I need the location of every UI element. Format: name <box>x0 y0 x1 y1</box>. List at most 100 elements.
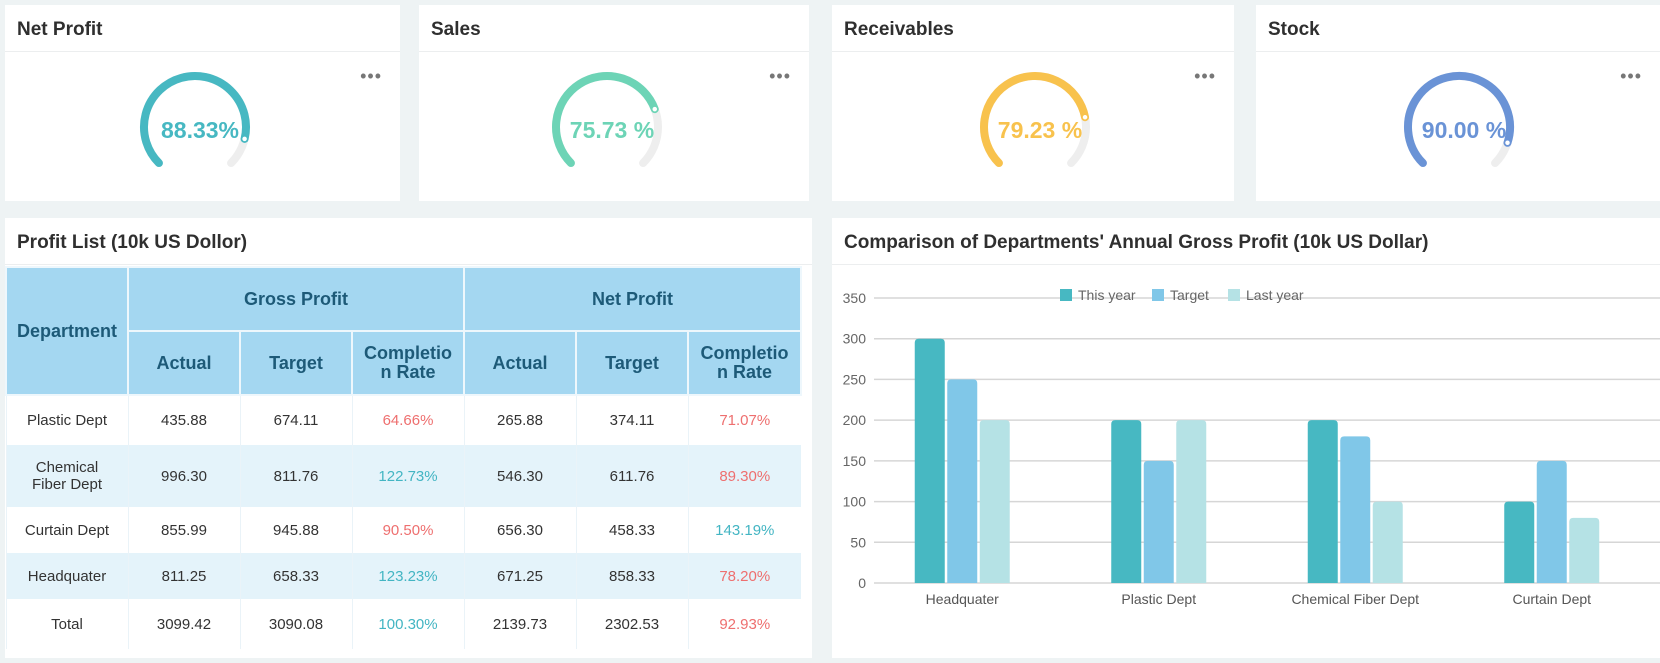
y-tick-label: 250 <box>843 371 867 387</box>
table-row: Chemical Fiber Dept 996.30 811.76 122.73% 546… <box>5 445 802 507</box>
legend-label[interactable]: Last year <box>1246 287 1304 303</box>
np-actual-cell: 671.25 <box>463 553 576 599</box>
bar-target <box>1536 460 1567 583</box>
bar-target <box>1143 460 1174 583</box>
gp-target-cell: 811.76 <box>239 445 352 507</box>
bar-this-year <box>914 338 945 583</box>
np-actual-cell: 2139.73 <box>463 599 576 649</box>
y-tick-label: 50 <box>850 534 866 550</box>
header-gp-target: Target <box>239 330 353 396</box>
kpi-card-stock: Stock ••• 90.00 % <box>1256 5 1660 201</box>
bar-target <box>947 379 978 583</box>
y-tick-label: 350 <box>843 290 867 306</box>
np-actual-cell: 656.30 <box>463 507 576 553</box>
gross-profit-chart-card: Comparison of Departments' Annual Gross … <box>832 218 1660 658</box>
np-completion-rate-cell: 92.93% <box>687 599 802 649</box>
np-target-cell: 458.33 <box>575 507 688 553</box>
more-options-icon[interactable]: ••• <box>769 67 791 85</box>
gp-target-cell: 3090.08 <box>239 599 352 649</box>
np-target-cell: 858.33 <box>575 553 688 599</box>
np-actual-cell: 265.88 <box>463 395 576 445</box>
gp-completion-rate-cell: 122.73% <box>351 445 464 507</box>
x-category-label: Curtain Dept <box>1512 591 1591 607</box>
gp-target-cell: 658.33 <box>239 553 352 599</box>
table-row: Plastic Dept 435.88 674.11 64.66% 265.88 374.… <box>5 395 802 445</box>
header-gp-completion-rate: Completio n Rate <box>351 330 465 396</box>
bar-this-year <box>1307 420 1338 583</box>
gp-actual-cell: 855.99 <box>127 507 240 553</box>
gp-actual-cell: 3099.42 <box>127 599 240 649</box>
more-options-icon[interactable]: ••• <box>1194 67 1216 85</box>
kpi-card-net-profit: Net Profit ••• 88.33% <box>5 5 400 201</box>
bar-this-year <box>1111 420 1142 583</box>
gp-target-cell: 945.88 <box>239 507 352 553</box>
header-np-completion-rate: Completio n Rate <box>686 330 803 396</box>
department-cell: Curtain Dept <box>5 507 128 553</box>
gauge-value: 88.33% <box>160 117 239 143</box>
header-net-profit: Net Profit <box>462 266 803 332</box>
department-cell: Chemical Fiber Dept <box>5 445 128 507</box>
header-np-actual: Actual <box>463 330 577 396</box>
gp-completion-rate-cell: 90.50% <box>351 507 464 553</box>
bar-last-year <box>1372 501 1403 583</box>
kpi-card-sales: Sales ••• 75.73 % <box>419 5 809 201</box>
x-category-label: Plastic Dept <box>1121 591 1196 607</box>
gp-actual-cell: 435.88 <box>127 395 240 445</box>
profit-list-title: Profit List (10k US Dollor) <box>5 218 812 265</box>
chart-title: Comparison of Departments' Annual Gross … <box>832 218 1660 265</box>
bar-target <box>1340 436 1371 583</box>
header-gross-profit: Gross Profit <box>127 266 465 332</box>
y-tick-label: 0 <box>858 575 866 591</box>
gauge-end-marker <box>651 105 659 113</box>
gauge-value: 75.73 % <box>569 117 655 143</box>
kpi-title: Receivables <box>832 5 1234 52</box>
legend-swatch <box>1060 289 1072 301</box>
header-gp-actual: Actual <box>127 330 241 396</box>
y-tick-label: 100 <box>843 494 867 510</box>
gp-completion-rate-cell: 123.23% <box>351 553 464 599</box>
bar-last-year <box>979 420 1010 583</box>
np-completion-rate-cell: 89.30% <box>687 445 802 507</box>
bar-last-year <box>1176 420 1207 583</box>
np-target-cell: 611.76 <box>575 445 688 507</box>
legend-label[interactable]: Target <box>1170 287 1209 303</box>
profit-list-card: Profit List (10k US Dollor) Department G… <box>5 218 812 658</box>
x-category-label: Chemical Fiber Dept <box>1291 591 1419 607</box>
table-row: Total 3099.42 3090.08 100.30% 2139.73 2302.53… <box>5 599 802 649</box>
y-tick-label: 150 <box>843 453 867 469</box>
np-target-cell: 374.11 <box>575 395 688 445</box>
np-completion-rate-cell: 143.19% <box>687 507 802 553</box>
kpi-title: Sales <box>419 5 809 52</box>
gp-target-cell: 674.11 <box>239 395 352 445</box>
kpi-card-receivables: Receivables ••• 79.23 % <box>832 5 1234 201</box>
gp-actual-cell: 996.30 <box>127 445 240 507</box>
department-cell: Headquater <box>5 553 128 599</box>
np-target-cell: 2302.53 <box>575 599 688 649</box>
table-row: Headquater 811.25 658.33 123.23% 671.25 858.3… <box>5 553 802 599</box>
kpi-title: Stock <box>1256 5 1660 52</box>
bar-chart: 0 50 100 150 200 250 300 350 This year Target Last… <box>843 287 1660 607</box>
np-actual-cell: 546.30 <box>463 445 576 507</box>
department-cell: Plastic Dept <box>5 395 128 445</box>
gauge-value: 90.00 % <box>1421 117 1507 143</box>
kpi-title: Net Profit <box>5 5 400 52</box>
legend-swatch <box>1228 289 1240 301</box>
np-completion-rate-cell: 78.20% <box>687 553 802 599</box>
np-completion-rate-cell: 71.07% <box>687 395 802 445</box>
more-options-icon[interactable]: ••• <box>360 67 382 85</box>
legend-swatch <box>1152 289 1164 301</box>
gp-completion-rate-cell: 64.66% <box>351 395 464 445</box>
more-options-icon[interactable]: ••• <box>1620 67 1642 85</box>
table-row: Curtain Dept 855.99 945.88 90.50% 656.30 458.… <box>5 507 802 553</box>
bar-this-year <box>1504 501 1535 583</box>
department-cell: Total <box>5 599 128 649</box>
profit-table: Department Gross Profit Net Profit Actua… <box>5 266 803 649</box>
header-np-target: Target <box>575 330 689 396</box>
gp-actual-cell: 811.25 <box>127 553 240 599</box>
gauge-value: 79.23 % <box>997 117 1083 143</box>
legend-label[interactable]: This year <box>1078 287 1136 303</box>
header-department: Department <box>5 266 129 396</box>
x-category-label: Headquater <box>926 591 1000 607</box>
y-tick-label: 200 <box>843 412 867 428</box>
y-tick-label: 300 <box>843 331 867 347</box>
